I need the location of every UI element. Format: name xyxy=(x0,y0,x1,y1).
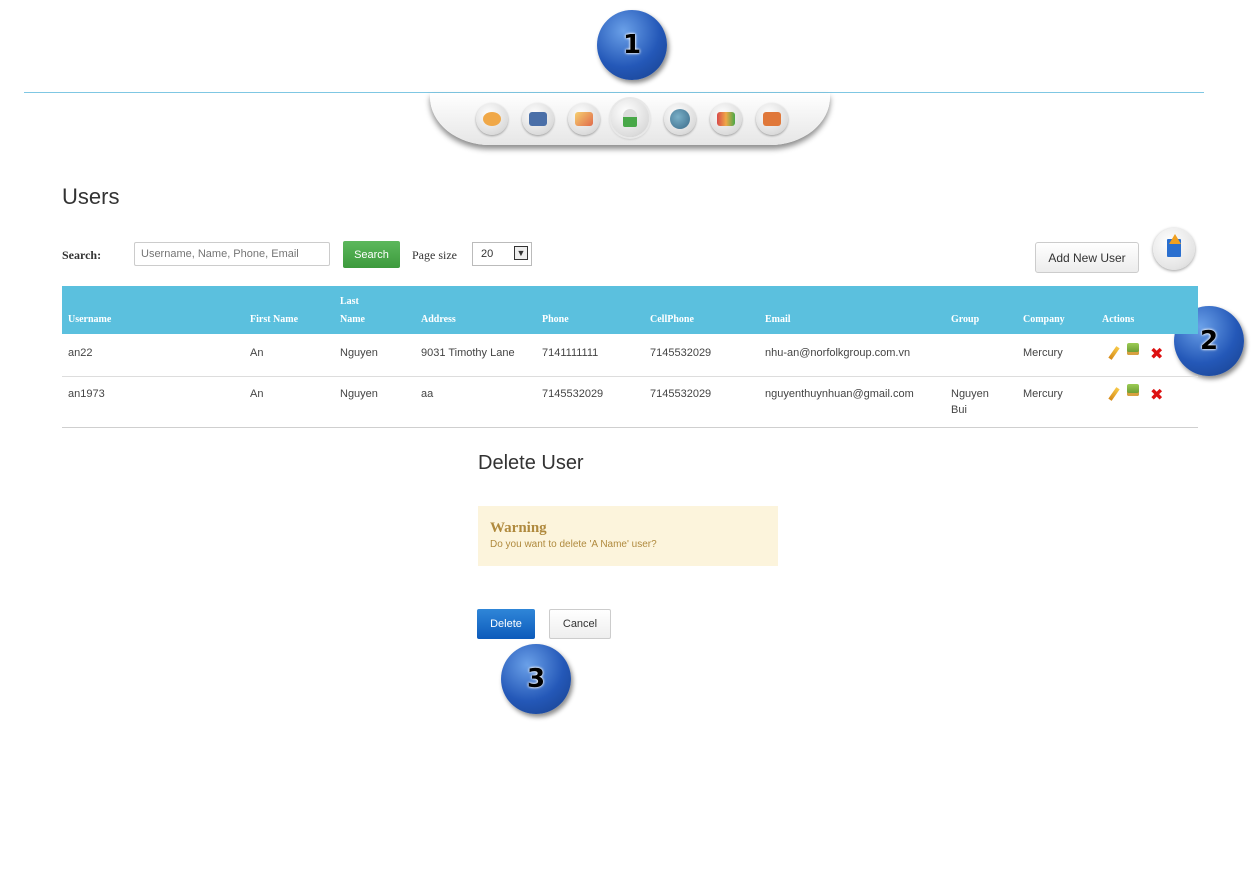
table-header: Username First Name Last Name Address Ph… xyxy=(62,286,1198,334)
header-address[interactable]: Address xyxy=(421,314,456,325)
cell-phone: 7145532029 xyxy=(542,388,604,400)
page-title: Users xyxy=(62,184,120,209)
group-icon[interactable] xyxy=(710,103,742,135)
export-icon[interactable] xyxy=(1153,228,1195,270)
header-actions: Actions xyxy=(1102,314,1135,325)
chevron-down-icon[interactable]: ▼ xyxy=(514,246,528,260)
map-photo-icon[interactable] xyxy=(568,103,600,135)
header-username[interactable]: Username xyxy=(68,314,111,325)
cell-last-name: Nguyen xyxy=(340,388,378,400)
bus-icon[interactable] xyxy=(756,103,788,135)
chat-icon[interactable] xyxy=(476,103,508,135)
header-group[interactable]: Group xyxy=(951,314,979,325)
delete-icon[interactable]: ✖ xyxy=(1150,346,1163,362)
permissions-icon[interactable] xyxy=(1127,384,1139,396)
header-last-name-line2[interactable]: Name xyxy=(340,314,365,325)
cell-group-line2: Bui xyxy=(951,404,967,416)
header-company[interactable]: Company xyxy=(1023,314,1065,325)
warning-title: Warning xyxy=(490,520,547,536)
header-cellphone[interactable]: CellPhone xyxy=(650,314,694,325)
delete-icon[interactable]: ✖ xyxy=(1150,387,1163,403)
cell-first-name: An xyxy=(250,388,264,400)
header-last-name-line1[interactable]: Last xyxy=(340,296,359,307)
cell-first-name: An xyxy=(250,347,264,359)
user-icon[interactable] xyxy=(611,99,649,137)
edit-icon[interactable] xyxy=(1108,387,1120,401)
header-phone[interactable]: Phone xyxy=(542,314,569,325)
vehicle-icon[interactable] xyxy=(522,103,554,135)
cell-email: nguyenthuynhuan@gmail.com xyxy=(765,388,914,400)
table-row: an22 An Nguyen 9031 Timothy Lane 7141111… xyxy=(62,334,1198,376)
cell-address: aa xyxy=(421,388,434,400)
header-email[interactable]: Email xyxy=(765,314,791,325)
cancel-button[interactable]: Cancel xyxy=(549,609,611,639)
step-badge-1: 1 xyxy=(597,10,667,80)
warning-message: Do you want to delete 'A Name' user? xyxy=(490,539,657,550)
table-row: an1973 An Nguyen aa 7145532029 714553202… xyxy=(62,377,1198,427)
table-bottom-divider xyxy=(62,427,1198,428)
add-user-button[interactable]: Add New User xyxy=(1035,242,1139,273)
edit-icon[interactable] xyxy=(1108,346,1120,360)
permissions-icon[interactable] xyxy=(1127,343,1139,355)
cell-last-name: Nguyen xyxy=(340,347,378,359)
search-input[interactable] xyxy=(134,242,330,266)
cell-email: nhu-an@norfolkgroup.com.vn xyxy=(765,347,911,359)
cell-username: an1973 xyxy=(68,388,105,400)
cell-company: Mercury xyxy=(1023,347,1063,359)
page-size-select[interactable]: 20 ▼ xyxy=(472,242,532,266)
dialog-title: Delete User xyxy=(478,452,584,474)
cell-cellphone: 7145532029 xyxy=(650,388,712,400)
cell-cellphone: 7145532029 xyxy=(650,347,712,359)
page-size-value: 20 xyxy=(481,248,494,260)
cell-username: an22 xyxy=(68,347,93,359)
cell-phone: 7141111111 xyxy=(542,347,599,359)
delete-button[interactable]: Delete xyxy=(477,609,535,639)
cell-company: Mercury xyxy=(1023,388,1063,400)
search-label: Search: xyxy=(62,248,102,262)
app-dock xyxy=(430,93,830,145)
globe-icon[interactable] xyxy=(664,103,696,135)
cell-group-line1: Nguyen xyxy=(951,388,989,400)
search-button[interactable]: Search xyxy=(343,241,400,268)
page-size-label: Page size xyxy=(412,248,457,262)
header-first-name[interactable]: First Name xyxy=(250,314,298,325)
cell-address: 9031 Timothy Lane xyxy=(421,347,515,359)
step-badge-3: 3 xyxy=(501,644,571,714)
